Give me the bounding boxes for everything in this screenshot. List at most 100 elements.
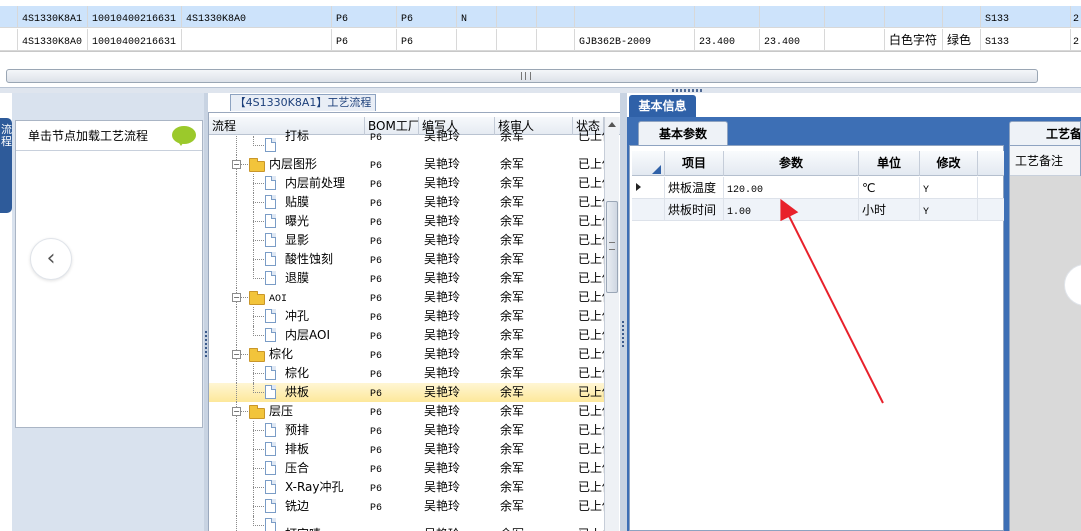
status-cell: 已上传 xyxy=(578,252,604,266)
scroll-thumb[interactable] xyxy=(606,201,618,293)
col-header-unit[interactable]: 单位 xyxy=(859,151,920,176)
bom-factory-cell: P6 xyxy=(370,389,383,400)
document-icon xyxy=(265,176,276,190)
param-value[interactable]: 1.00 xyxy=(724,199,859,221)
collapse-toggle-icon[interactable]: − xyxy=(232,407,241,416)
tree-cell: 棕化 xyxy=(209,364,365,383)
collapse-toggle-icon[interactable]: − xyxy=(232,160,241,169)
order-grid-row[interactable]: 4S1330K8A0 10010400216631 P6 P6 GJB362B-… xyxy=(0,29,1081,51)
bom-factory-cell: P6 xyxy=(370,133,383,144)
tree-node-label: 内层AOI xyxy=(285,328,330,342)
params-grid: 项目 参数 单位 修改 烘板温度 120.00 ℃ Y 烘板时间 1.00 小时… xyxy=(629,145,1004,531)
tree-node[interactable]: 酸性蚀刻 P6 吴艳玲 余军 已上传 xyxy=(209,250,604,269)
tree-node[interactable]: 打字唛 P6吴艳玲余军已上传 xyxy=(209,516,604,531)
horizontal-scrollbar[interactable] xyxy=(6,69,1038,83)
tree-folder-node[interactable]: − 棕化 P6 吴艳玲 余军 已上传 xyxy=(209,345,604,364)
col-header-param[interactable]: 参数 xyxy=(724,151,859,176)
tree-line xyxy=(253,373,264,374)
tab-basic-params[interactable]: 基本参数 xyxy=(638,121,728,145)
tree-node[interactable]: 内层前处理 P6 吴艳玲 余军 已上传 xyxy=(209,174,604,193)
process-load-header[interactable]: 单击节点加载工艺流程 xyxy=(16,121,202,151)
tree-node[interactable]: 冲孔 P6 吴艳玲 余军 已上传 xyxy=(209,307,604,326)
tree-node[interactable]: 曝光 P6 吴艳玲 余军 已上传 xyxy=(209,212,604,231)
tree-line xyxy=(236,326,237,345)
tab-process-remark[interactable]: 工艺备 xyxy=(1009,121,1081,145)
reviewer-cell: 余军 xyxy=(500,423,525,437)
tree-node[interactable]: 烘板 P6 吴艳玲 余军 已上传 xyxy=(209,383,604,402)
tree-line xyxy=(236,497,237,516)
tree-node-label: 内层前处理 xyxy=(285,176,346,190)
collapse-toggle-icon[interactable]: − xyxy=(232,350,241,359)
tree-node[interactable]: 排板 P6 吴艳玲 余军 已上传 xyxy=(209,440,604,459)
splitter-grip-icon[interactable] xyxy=(672,89,702,92)
writer-cell: 吴艳玲 xyxy=(424,366,461,380)
tree-node-label: 烘板 xyxy=(285,385,310,399)
grid-cell: 白色字符 xyxy=(885,29,943,51)
splitter-grip-icon[interactable] xyxy=(622,321,624,347)
folder-icon xyxy=(249,291,265,305)
col-header-item[interactable]: 项目 xyxy=(665,151,724,176)
grid-cell: 2 xyxy=(1073,37,1080,48)
tree-node[interactable]: 压合 P6 吴艳玲 余军 已上传 xyxy=(209,459,604,478)
tree-line xyxy=(236,212,237,231)
tree-line xyxy=(253,430,264,431)
side-tab-flow[interactable]: 流程 xyxy=(0,118,12,213)
grid-cell xyxy=(497,29,537,51)
document-icon xyxy=(265,366,276,380)
param-row[interactable]: 烘板时间 1.00 小时 Y xyxy=(632,199,1004,221)
tree-line xyxy=(236,307,237,326)
writer-cell: 吴艳玲 xyxy=(424,233,461,247)
writer-cell: 吴艳玲 xyxy=(424,461,461,475)
next-arrow-button[interactable] xyxy=(1064,264,1081,306)
scroll-grip-icon[interactable] xyxy=(521,72,531,80)
writer-cell: 吴艳玲 xyxy=(424,347,461,361)
tab-basic-info[interactable]: 基本信息 xyxy=(629,95,696,117)
chat-bubble-icon[interactable] xyxy=(172,126,196,146)
order-grid-row-selected[interactable]: 4S1330K8A1 10010400216631 4S1330K8A0 P6 … xyxy=(0,6,1081,28)
tree-node-label: 预排 xyxy=(285,423,310,437)
writer-cell: 吴艳玲 xyxy=(424,328,461,342)
tree-folder-node[interactable]: − 内层图形 P6 吴艳玲 余军 已上传 xyxy=(209,155,604,174)
bom-factory-cell: P6 xyxy=(370,218,383,229)
document-icon xyxy=(265,214,276,228)
param-row[interactable]: 烘板温度 120.00 ℃ Y xyxy=(632,177,1004,199)
collapse-toggle-icon[interactable]: − xyxy=(232,293,241,302)
status-cell: 已上传 xyxy=(578,461,604,475)
tree-node[interactable]: 退膜 P6 吴艳玲 余军 已上传 xyxy=(209,269,604,288)
bom-factory-cell: P6 xyxy=(370,465,383,476)
tree-node[interactable]: 贴膜 P6 吴艳玲 余军 已上传 xyxy=(209,193,604,212)
reviewer-cell: 余军 xyxy=(500,328,525,342)
vertical-splitter-right[interactable] xyxy=(620,93,627,531)
tree-cell: 退膜 xyxy=(209,269,365,288)
flow-vertical-scrollbar[interactable] xyxy=(604,117,619,531)
tree-node[interactable]: 铣边 P6 吴艳玲 余军 已上传 xyxy=(209,497,604,516)
tree-folder-node[interactable]: − 层压 P6 吴艳玲 余军 已上传 xyxy=(209,402,604,421)
col-header-modify[interactable]: 修改 xyxy=(920,151,978,176)
prev-arrow-button[interactable]: ‹ xyxy=(30,238,72,280)
tree-node-label: AOI xyxy=(269,294,288,305)
scroll-up-icon[interactable] xyxy=(608,122,616,127)
grid-cell: P6 xyxy=(332,29,397,51)
tree-node[interactable]: 预排 P6 吴艳玲 余军 已上传 xyxy=(209,421,604,440)
tree-line xyxy=(236,364,237,383)
tree-cell: 显影 xyxy=(209,231,365,250)
grid-cell xyxy=(760,6,825,28)
tree-node-label: 打标 xyxy=(285,129,310,143)
tree-node[interactable]: 棕化 P6 吴艳玲 余军 已上传 xyxy=(209,364,604,383)
writer-cell: 吴艳玲 xyxy=(424,176,461,190)
process-remark-panel: 工艺备注 xyxy=(1009,145,1081,531)
grid-cell xyxy=(978,177,1004,199)
tree-node[interactable]: 显影 P6 吴艳玲 余军 已上传 xyxy=(209,231,604,250)
tree-node[interactable]: 内层AOI P6 吴艳玲 余军 已上传 xyxy=(209,326,604,345)
tree-node[interactable]: X-Ray冲孔 P6 吴艳玲 余军 已上传 xyxy=(209,478,604,497)
splitter-grip-icon[interactable] xyxy=(205,331,207,357)
row-header[interactable] xyxy=(632,177,665,199)
row-header[interactable] xyxy=(632,199,665,221)
param-value[interactable]: 120.00 xyxy=(724,177,859,199)
tree-folder-node[interactable]: − AOI P6 吴艳玲 余军 已上传 xyxy=(209,288,604,307)
bom-factory-cell: P6 xyxy=(370,484,383,495)
tree-node[interactable]: 打标 P6 吴艳玲 余军 已上传 xyxy=(209,129,604,155)
reviewer-cell: 余军 xyxy=(500,176,525,190)
grid-cell xyxy=(497,6,537,28)
select-all-corner[interactable] xyxy=(632,151,665,176)
